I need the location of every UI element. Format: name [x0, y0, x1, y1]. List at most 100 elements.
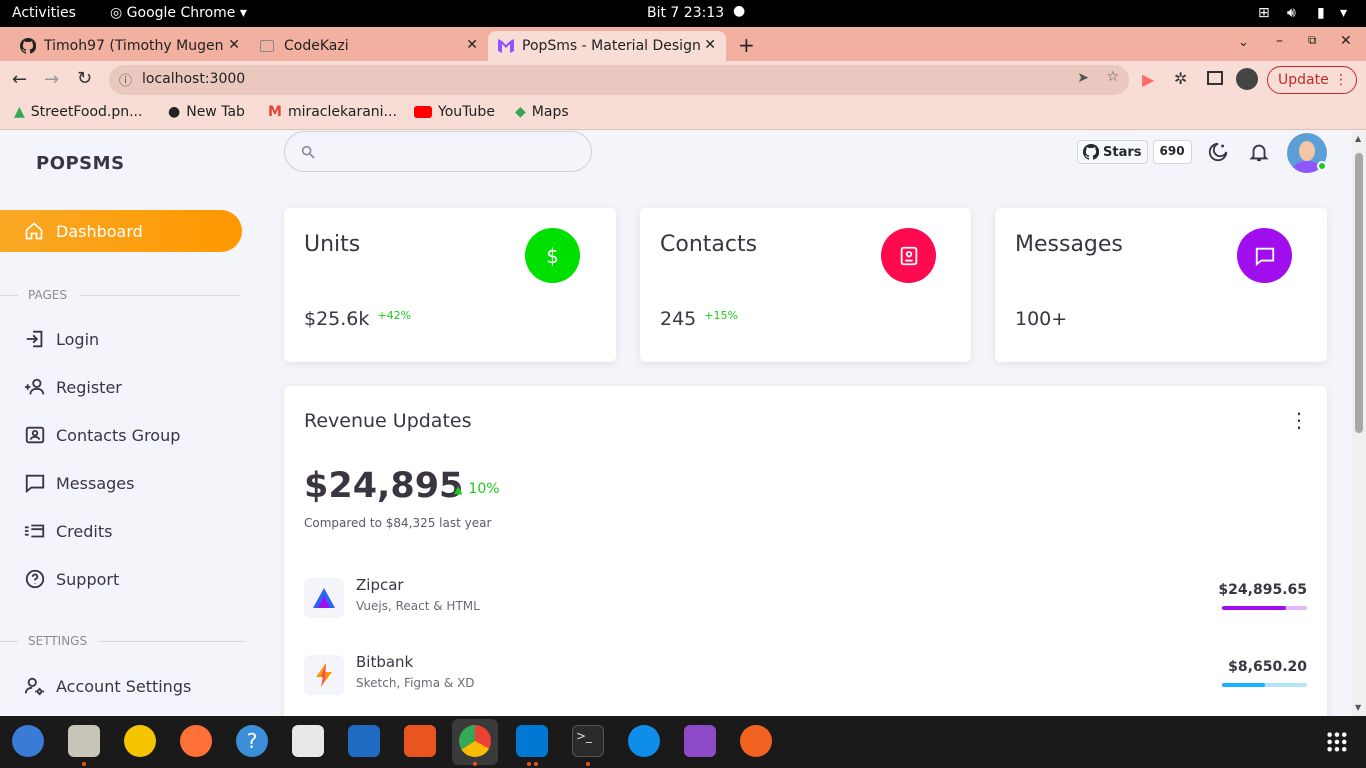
sidebar-item-dashboard[interactable]: Dashboard — [0, 210, 242, 252]
close-window-icon[interactable]: ✕ — [1340, 33, 1352, 49]
minimize-icon[interactable]: – — [1276, 33, 1283, 49]
running-indicator — [527, 762, 531, 766]
section-header-pages: PAGES — [0, 288, 241, 302]
maximize-icon[interactable]: ⧉ — [1308, 33, 1317, 48]
network-icon[interactable]: ⊞ — [1258, 5, 1270, 21]
sidebar-item-messages[interactable]: Messages — [24, 472, 134, 494]
url-text: localhost:3000 — [142, 71, 246, 87]
close-icon[interactable]: ✕ — [228, 37, 240, 53]
sidebar-item-contacts-group[interactable]: Contacts Group — [24, 424, 180, 446]
github-icon — [1083, 144, 1099, 160]
stars-count[interactable]: 690 — [1152, 140, 1192, 164]
teamviewer-icon[interactable] — [628, 725, 660, 757]
back-icon[interactable]: ← — [12, 69, 27, 90]
github-stars-button[interactable]: Stars — [1077, 140, 1148, 164]
extension-icon[interactable]: ▶ — [1142, 70, 1154, 89]
progress-bar — [1222, 606, 1307, 610]
tab-label: PopSms - Material Design — [522, 38, 701, 54]
list-item[interactable]: Bitbank Sketch, Figma & XD $8,650.20 — [304, 653, 1307, 698]
chrome-icon[interactable] — [459, 725, 491, 757]
tab-popsms[interactable]: PopSms - Material Design ✕ — [488, 31, 726, 61]
video-icon[interactable] — [684, 725, 716, 757]
software-center-icon[interactable] — [404, 725, 436, 757]
search-input[interactable] — [284, 131, 592, 172]
tab-search-icon[interactable]: ⌄ — [1238, 35, 1249, 50]
bookmark-maps[interactable]: ◆ Maps — [515, 104, 569, 120]
postman-icon[interactable] — [740, 725, 772, 757]
reload-icon[interactable]: ↻ — [77, 68, 92, 89]
puzzle-icon[interactable]: ✲ — [1174, 69, 1187, 88]
dark-mode-icon[interactable] — [1207, 141, 1229, 163]
bookmark-youtube[interactable]: YouTube — [414, 104, 495, 120]
files-icon[interactable] — [68, 725, 100, 757]
youtube-icon — [414, 106, 432, 118]
battery-icon[interactable]: ▮ — [1317, 5, 1325, 21]
arrow-up-icon: ▲ — [454, 482, 463, 496]
activities-button[interactable]: Activities — [12, 5, 76, 21]
sidebar-item-label: Login — [56, 329, 100, 349]
system-menu-icon[interactable]: ▾ — [1340, 5, 1347, 21]
app-name: Google Chrome — [126, 5, 236, 21]
github-stars-widget[interactable]: Stars 690 — [1077, 140, 1192, 164]
address-bar[interactable]: ⓘ localhost:3000 ➤ ☆ — [109, 65, 1129, 95]
card-value-text: 245 — [660, 308, 697, 330]
stat-card-contacts: Contacts 245 +15% — [640, 208, 971, 362]
document-viewer-icon[interactable] — [292, 725, 324, 757]
forward-icon[interactable]: → — [44, 69, 59, 90]
close-icon[interactable]: ✕ — [704, 37, 716, 53]
card-value-text: 100+ — [1015, 308, 1068, 330]
tab-github[interactable]: Timoh97 (Timothy Mugen ✕ — [10, 31, 250, 61]
more-options-icon[interactable]: ⋮ — [1289, 408, 1309, 432]
card-title: Revenue Updates — [304, 410, 472, 432]
section-label: PAGES — [28, 288, 67, 302]
taskbar-dock: ? >_ — [0, 716, 1366, 768]
sidebar-item-label: Support — [56, 569, 120, 589]
app-logo[interactable]: POPSMS — [36, 153, 125, 174]
bell-icon[interactable] — [1248, 141, 1270, 163]
scroll-down-icon[interactable]: ▼ — [1355, 703, 1361, 712]
sidebar-item-label: Account Settings — [56, 676, 192, 696]
bookmark-new-tab[interactable]: ● New Tab — [168, 104, 245, 120]
close-icon[interactable]: ✕ — [466, 37, 478, 53]
writer-icon[interactable] — [348, 725, 380, 757]
bookmark-gmail[interactable]: Mmiraclekarani... — [268, 104, 397, 120]
sidebar-item-account-settings[interactable]: Account Settings — [24, 675, 191, 697]
sidebar-item-register[interactable]: Register — [24, 376, 122, 398]
scroll-up-icon[interactable]: ▲ — [1355, 134, 1361, 143]
new-tab-button[interactable]: + — [738, 33, 755, 57]
bookmark-streetfood[interactable]: ▲ StreetFood.pn... — [14, 104, 142, 120]
list-item[interactable]: Zipcar Vuejs, React & HTML $24,895.65 — [304, 576, 1307, 621]
sidebar-item-login[interactable]: Login — [24, 328, 99, 350]
scrollbar-thumb[interactable] — [1355, 153, 1363, 433]
update-button[interactable]: Update ⋮ — [1267, 66, 1357, 94]
dollar-icon: $ — [525, 228, 580, 283]
tab-codekazi[interactable]: CodeKazi ✕ — [250, 31, 488, 61]
page-scrollbar[interactable]: ▲ ▼ — [1352, 131, 1366, 716]
stat-card-messages: Messages 100+ — [995, 208, 1327, 362]
show-apps-icon[interactable] — [1326, 731, 1348, 753]
thunderbird-icon[interactable] — [12, 725, 44, 757]
progress-fill — [1222, 683, 1265, 687]
update-label: Update — [1278, 72, 1329, 88]
volume-icon[interactable]: 🔊︎ — [1287, 5, 1296, 21]
help-icon[interactable]: ? — [236, 725, 268, 757]
app-menu[interactable]: ◎ Google Chrome ▾ — [110, 5, 247, 21]
vscode-icon[interactable] — [516, 725, 548, 757]
card-value: 245 +15% — [660, 308, 738, 330]
item-name: Zipcar — [356, 576, 404, 594]
star-icon[interactable]: ☆ — [1106, 69, 1119, 85]
running-indicator — [82, 762, 86, 766]
rhythmbox-icon[interactable] — [124, 725, 156, 757]
clock[interactable]: Bit 7 23:13 — [647, 5, 724, 21]
globe-icon: ● — [168, 104, 181, 120]
bitbank-logo-icon — [304, 655, 344, 695]
site-info-icon[interactable]: ⓘ — [119, 70, 132, 89]
terminal-icon[interactable]: >_ — [572, 725, 604, 757]
firefox-icon[interactable] — [180, 725, 212, 757]
profile-avatar[interactable] — [1236, 68, 1258, 90]
side-panel-icon[interactable] — [1207, 71, 1223, 85]
send-icon[interactable]: ➤ — [1077, 70, 1089, 86]
sidebar-item-support[interactable]: Support — [24, 568, 119, 590]
item-subtitle: Sketch, Figma & XD — [356, 676, 475, 690]
sidebar-item-credits[interactable]: Credits — [24, 520, 112, 542]
